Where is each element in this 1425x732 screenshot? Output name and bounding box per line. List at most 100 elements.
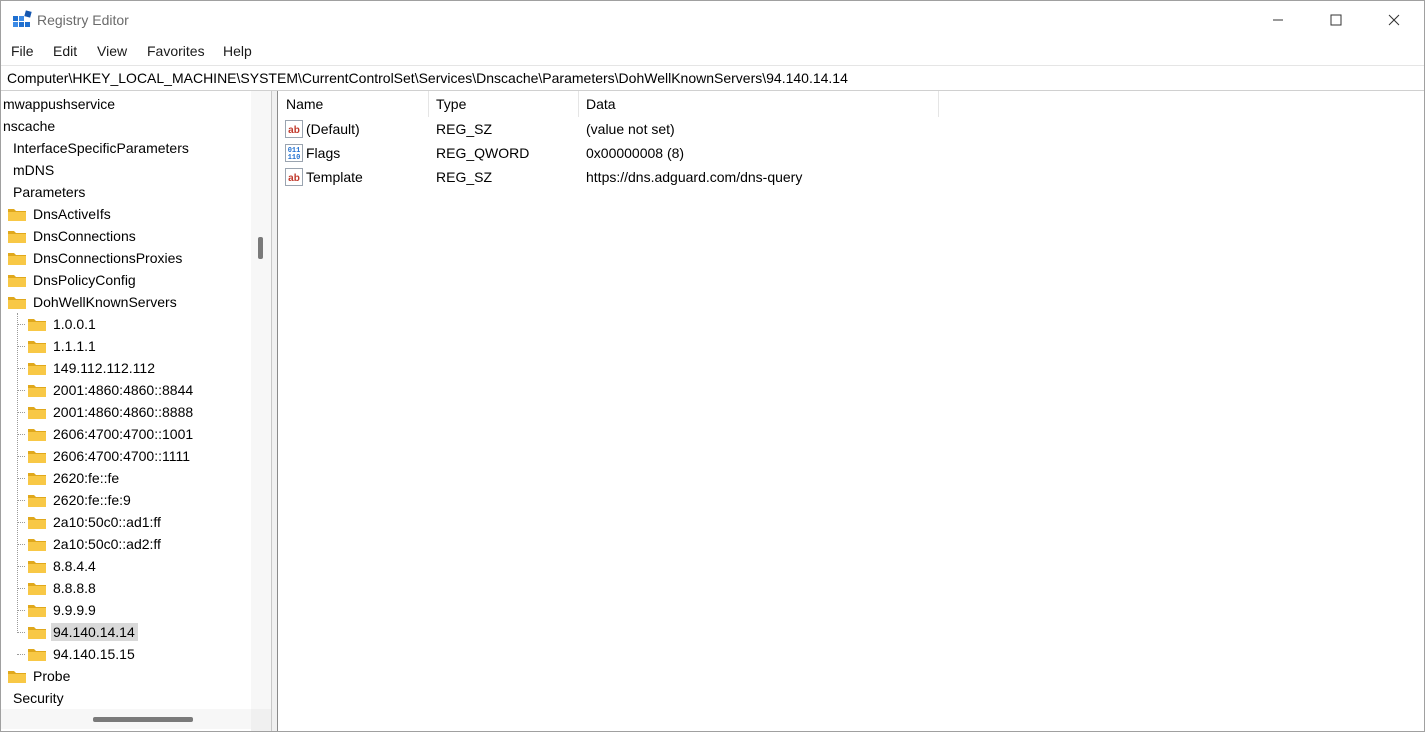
tree-item[interactable]: Probe [7,665,73,687]
tree-item[interactable]: 2620:fe::fe [27,467,122,489]
tree-connector-tick [17,500,25,501]
title-bar[interactable]: Registry Editor [1,1,1424,39]
tree-item[interactable]: mDNS [11,159,57,181]
tree-item[interactable]: 2a10:50c0::ad2:ff [27,533,164,555]
tree-item[interactable]: 8.8.8.8 [27,577,99,599]
menu-file[interactable]: File [11,43,34,59]
tree-item-label: DnsConnections [33,228,136,244]
tree-item[interactable]: 2001:4860:4860::8888 [27,401,196,423]
address-path[interactable]: Computer\HKEY_LOCAL_MACHINE\SYSTEM\Curre… [7,70,848,86]
tree-item-label: 94.140.15.15 [53,646,135,662]
tree-item[interactable]: 2a10:50c0::ad1:ff [27,511,164,533]
svg-text:ab: ab [288,173,300,184]
value-row[interactable]: 011 110 Flags REG_QWORD 0x00000008 (8) [279,142,939,166]
address-bar[interactable]: Computer\HKEY_LOCAL_MACHINE\SYSTEM\Curre… [1,65,1424,91]
folder-icon [28,473,46,485]
value-type: REG_SZ [436,169,493,185]
tree-item-label: 1.1.1.1 [53,338,96,354]
tree-item[interactable]: 2606:4700:4700::1111 [27,445,193,467]
key-tree: mwappushservice nscache InterfaceSpecificP… [1,91,251,709]
maximize-icon [1330,14,1342,26]
tree-item-label: DnsConnectionsProxies [33,250,183,266]
column-header-name[interactable]: Name [279,91,429,117]
folder-icon [8,297,26,309]
binary-value-icon: 011110 [285,144,303,162]
tree-connector-tick [17,346,25,347]
tree-horizontal-scroll-thumb[interactable] [93,717,193,722]
folder-icon [28,429,46,441]
tree-item[interactable]: 8.8.4.4 [27,555,99,577]
tree-vertical-scrollbar[interactable] [251,91,271,709]
tree-connector-tick [17,456,25,457]
tree-item-label: mwappushservice [3,96,116,112]
tree-item[interactable]: 2620:fe::fe:9 [27,489,134,511]
menu-help[interactable]: Help [223,43,252,59]
folder-icon [28,517,46,529]
tree-item[interactable]: 9.9.9.9 [27,599,99,621]
menu-edit[interactable]: Edit [53,43,77,59]
tree-item[interactable]: 1.1.1.1 [27,335,99,357]
tree-item[interactable]: DohWellKnownServers [7,291,180,313]
tree-item-label: Security [13,690,64,706]
tree-item-label: nscache [3,118,56,134]
minimize-button[interactable] [1249,1,1307,39]
tree-connector-line [17,313,18,633]
tree-item[interactable]: InterfaceSpecificParameters [11,137,192,159]
tree-item[interactable]: DnsConnectionsProxies [7,247,185,269]
tree-item[interactable]: Parameters [11,181,88,203]
folder-icon [8,231,26,243]
value-name: (Default) [306,121,360,137]
value-data: (value not set) [586,121,675,137]
tree-item-label: 1.0.0.1 [53,316,96,332]
column-header-type[interactable]: Type [429,91,579,117]
tree-item[interactable]: Security [11,687,67,709]
folder-icon [28,649,46,661]
tree-connector-tick [17,390,25,391]
menu-view[interactable]: View [97,43,127,59]
value-type: REG_SZ [436,121,493,137]
value-row[interactable]: ab (Default) REG_SZ (value not set) [279,118,939,142]
tree-connector-tick [17,434,25,435]
tree-item-label: InterfaceSpecificParameters [13,140,189,156]
pane-splitter[interactable] [271,91,278,731]
tree-item[interactable]: nscache [1,115,58,137]
tree-item[interactable]: DnsConnections [7,225,139,247]
tree-item[interactable]: 2606:4700:4700::1001 [27,423,196,445]
tree-connector-tick [17,654,25,655]
tree-vertical-scroll-thumb[interactable] [258,237,263,259]
tree-item[interactable]: 149.112.112.112 [27,357,158,379]
value-name: Template [306,169,363,185]
tree-item[interactable]: mwappushservice [1,93,118,115]
tree-item-label: DnsActiveIfs [33,206,111,222]
tree-item[interactable]: DnsActiveIfs [7,203,114,225]
tree-connector-tick [17,412,25,413]
string-value-icon: ab [285,120,303,138]
folder-icon [8,253,26,265]
string-value-icon: ab [285,168,303,186]
folder-icon [28,561,46,573]
value-row[interactable]: ab Template REG_SZ https://dns.adguard.com/… [279,166,939,190]
folder-icon [28,495,46,507]
menu-favorites[interactable]: Favorites [147,43,205,59]
tree-item-label: DohWellKnownServers [33,294,177,310]
column-header-data[interactable]: Data [579,91,939,117]
maximize-button[interactable] [1307,1,1365,39]
tree-item[interactable]: 94.140.14.14 [27,621,138,643]
tree-item[interactable]: DnsPolicyConfig [7,269,139,291]
tree-item-label: 94.140.14.14 [51,623,138,641]
close-button[interactable] [1365,1,1423,39]
close-icon [1388,14,1400,26]
value-data: 0x00000008 (8) [586,145,685,161]
tree-item[interactable]: 1.0.0.1 [27,313,99,335]
folder-icon [28,451,46,463]
tree-item-label: 2606:4700:4700::1001 [53,426,194,442]
tree-connector-tick [17,324,25,325]
tree-item-label: 8.8.4.4 [53,558,96,574]
tree-item[interactable]: 2001:4860:4860::8844 [27,379,196,401]
tree-connector-tick [17,544,25,545]
folder-icon [8,275,26,287]
tree-item[interactable]: 94.140.15.15 [27,643,138,665]
tree-horizontal-scrollbar[interactable] [1,709,251,729]
tree-item-label: mDNS [13,162,55,178]
tree-item-label: DnsPolicyConfig [33,272,136,288]
